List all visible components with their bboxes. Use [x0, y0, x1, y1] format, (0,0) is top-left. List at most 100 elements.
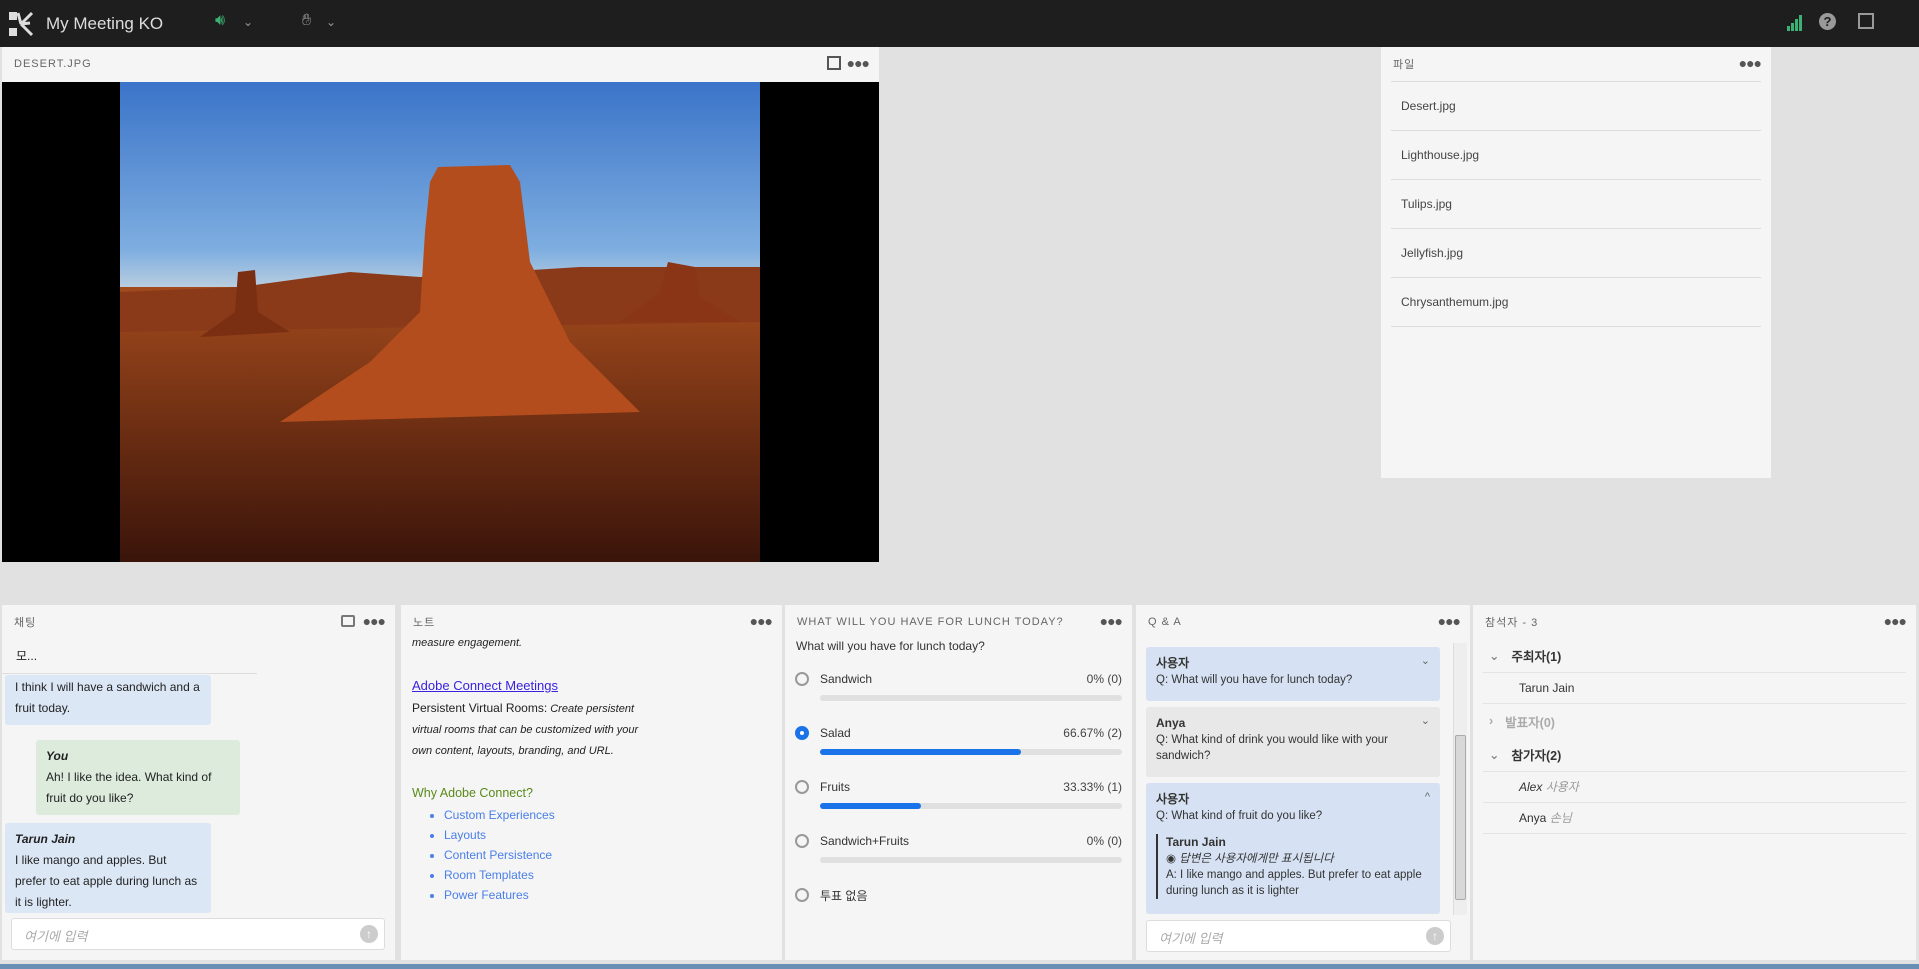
qa-question: Q: What kind of drink you would like wit…: [1156, 734, 1389, 762]
poll-option-no-vote[interactable]: 투표 없음: [795, 885, 1122, 905]
chat-input[interactable]: 여기에 입력 ↑: [11, 918, 385, 950]
attendee-name: Alex: [1519, 780, 1543, 794]
help-icon[interactable]: ?: [1819, 13, 1836, 30]
raise-hand-icon[interactable]: ✋︎: [302, 12, 311, 30]
result-bar-fill: [820, 803, 921, 809]
attendees-pod-title: 참석자 - 3: [1485, 617, 1539, 629]
qa-input-placeholder: 여기에 입력: [1159, 931, 1223, 946]
file-item[interactable]: Tulips.jpg: [1391, 180, 1761, 229]
chat-message: Tarun Jain I like mango and apples. But p…: [5, 823, 211, 913]
attendee-role: 사용자: [1545, 780, 1579, 794]
chat-pod: 채팅 ●●● 모... I think I will have a sandwi…: [2, 605, 395, 960]
group-label: 참가자(2): [1511, 749, 1562, 763]
chevron-down-icon[interactable]: ⌄: [1489, 648, 1499, 663]
attendee[interactable]: Anya 손님: [1483, 803, 1906, 834]
qa-question: Q: What kind of fruit do you like?: [1156, 810, 1323, 822]
file-item[interactable]: Chrysanthemum.jpg: [1391, 278, 1761, 327]
more-options-icon[interactable]: ●●●: [1739, 55, 1762, 71]
file-item[interactable]: Lighthouse.jpg: [1391, 131, 1761, 180]
file-item[interactable]: Desert.jpg: [1391, 82, 1761, 131]
notes-bullet: Custom Experiences: [444, 805, 642, 825]
notes-bullet: Content Persistence: [444, 845, 642, 865]
chevron-down-icon[interactable]: ⌄: [1421, 653, 1430, 669]
more-options-icon[interactable]: ●●●: [847, 55, 870, 71]
share-pod-title: DESERT.JPG: [14, 58, 92, 70]
chevron-down-icon[interactable]: ⌄: [1489, 747, 1499, 762]
poll-option[interactable]: Sandwich+Fruits 0% (0): [785, 831, 1132, 863]
notes-heading: Why Adobe Connect?: [412, 786, 533, 800]
chevron-down-icon[interactable]: ⌄: [326, 15, 336, 29]
qa-user: Anya: [1156, 716, 1186, 730]
poll-pod-title: WHAT WILL YOU HAVE FOR LUNCH TODAY?: [797, 616, 1064, 628]
poll-option[interactable]: Sandwich 0% (0): [785, 669, 1132, 701]
chevron-up-icon[interactable]: ^: [1425, 789, 1430, 805]
qa-user: 사용자: [1156, 656, 1190, 670]
notes-bullet: Room Templates: [444, 865, 642, 885]
file-item[interactable]: Jellyfish.jpg: [1391, 229, 1761, 278]
notes-bold-text: Persistent Virtual Rooms:: [412, 701, 548, 715]
qa-item[interactable]: Anya Q: What kind of drink you would like…: [1146, 707, 1440, 777]
result-bar: [820, 857, 1122, 863]
more-options-icon[interactable]: ●●●: [750, 613, 773, 629]
top-bar: My Meeting KO 🔊︎ ⌄ ✋︎ ⌄ ?: [0, 0, 1919, 47]
fit-to-screen-icon[interactable]: [827, 56, 841, 70]
more-options-icon[interactable]: ●●●: [363, 613, 386, 629]
new-chat-icon[interactable]: [341, 615, 355, 627]
qa-item[interactable]: 사용자 Q: What kind of fruit do you like? ^ T…: [1146, 783, 1440, 914]
notes-content: measure engagement. Adobe Connect Meetin…: [412, 633, 642, 905]
qa-input[interactable]: 여기에 입력 ↑: [1146, 920, 1451, 952]
poll-option[interactable]: Salad 66.67% (2): [785, 723, 1132, 755]
chat-pod-title: 채팅: [14, 617, 37, 629]
option-label: Sandwich: [820, 672, 873, 686]
answer-author: Tarun Jain: [1166, 835, 1226, 849]
result-bar: [820, 749, 1122, 755]
chat-tab[interactable]: 모...: [16, 647, 37, 664]
chat-message: I think I will have a sandwich and a fru…: [5, 675, 211, 725]
taskbar: [0, 964, 1919, 969]
radio-button[interactable]: [795, 888, 809, 902]
scrollbar[interactable]: [1453, 643, 1467, 915]
scrollbar-thumb[interactable]: [1455, 735, 1466, 900]
radio-button[interactable]: [795, 834, 809, 848]
radio-button[interactable]: [795, 780, 809, 794]
qa-item[interactable]: 사용자 Q: What will you have for lunch today…: [1146, 647, 1440, 701]
share-pod: DESERT.JPG ●●●: [2, 47, 879, 562]
poll-question: What will you have for lunch today?: [796, 639, 985, 653]
group-presenters[interactable]: › 발표자(0): [1483, 704, 1906, 738]
attendee[interactable]: Alex 사용자: [1483, 772, 1906, 803]
desert-image: [120, 82, 760, 562]
attendee-name: Anya: [1519, 811, 1547, 825]
attendees-pod: 참석자 - 3 ●●● ⌄ 주최자(1) Tarun Jain › 발표자(0) ⌄…: [1473, 605, 1916, 960]
signal-icon[interactable]: [1786, 14, 1804, 32]
speaker-icon[interactable]: 🔊︎: [215, 12, 225, 30]
group-label: 주최자(1): [1511, 650, 1562, 664]
fullscreen-icon[interactable]: [1858, 13, 1874, 29]
group-participants[interactable]: ⌄ 참가자(2): [1483, 738, 1906, 772]
files-pod-title: 파일: [1393, 59, 1416, 71]
chevron-down-icon[interactable]: ⌄: [243, 15, 253, 29]
radio-button[interactable]: [795, 726, 809, 740]
adobe-connect-link[interactable]: Adobe Connect Meetings: [412, 678, 558, 693]
attendee[interactable]: Tarun Jain: [1483, 673, 1906, 704]
chat-input-placeholder: 여기에 입력: [24, 929, 88, 944]
send-icon[interactable]: ↑: [1426, 927, 1444, 945]
option-label: Sandwich+Fruits: [820, 834, 910, 848]
chevron-down-icon[interactable]: ⌄: [1421, 713, 1430, 729]
message-text: I think I will have a sandwich and a fru…: [15, 680, 200, 715]
radio-button[interactable]: [795, 672, 809, 686]
qa-question: Q: What will you have for lunch today?: [1156, 674, 1353, 686]
option-label: Salad: [820, 726, 851, 740]
chevron-right-icon[interactable]: ›: [1489, 714, 1493, 728]
adobe-connect-logo: [9, 11, 34, 36]
send-icon[interactable]: ↑: [360, 925, 378, 943]
result-bar-fill: [820, 749, 1022, 755]
poll-option[interactable]: Fruits 33.33% (1): [785, 777, 1132, 809]
option-result: 66.67% (2): [1063, 726, 1122, 740]
option-label: 투표 없음: [820, 888, 868, 903]
option-result: 0% (0): [1086, 672, 1122, 686]
more-options-icon[interactable]: ●●●: [1884, 613, 1907, 629]
notes-bullet: Power Features: [444, 885, 642, 905]
group-hosts[interactable]: ⌄ 주최자(1): [1483, 639, 1906, 673]
more-options-icon[interactable]: ●●●: [1100, 613, 1123, 629]
more-options-icon[interactable]: ●●●: [1438, 613, 1461, 629]
